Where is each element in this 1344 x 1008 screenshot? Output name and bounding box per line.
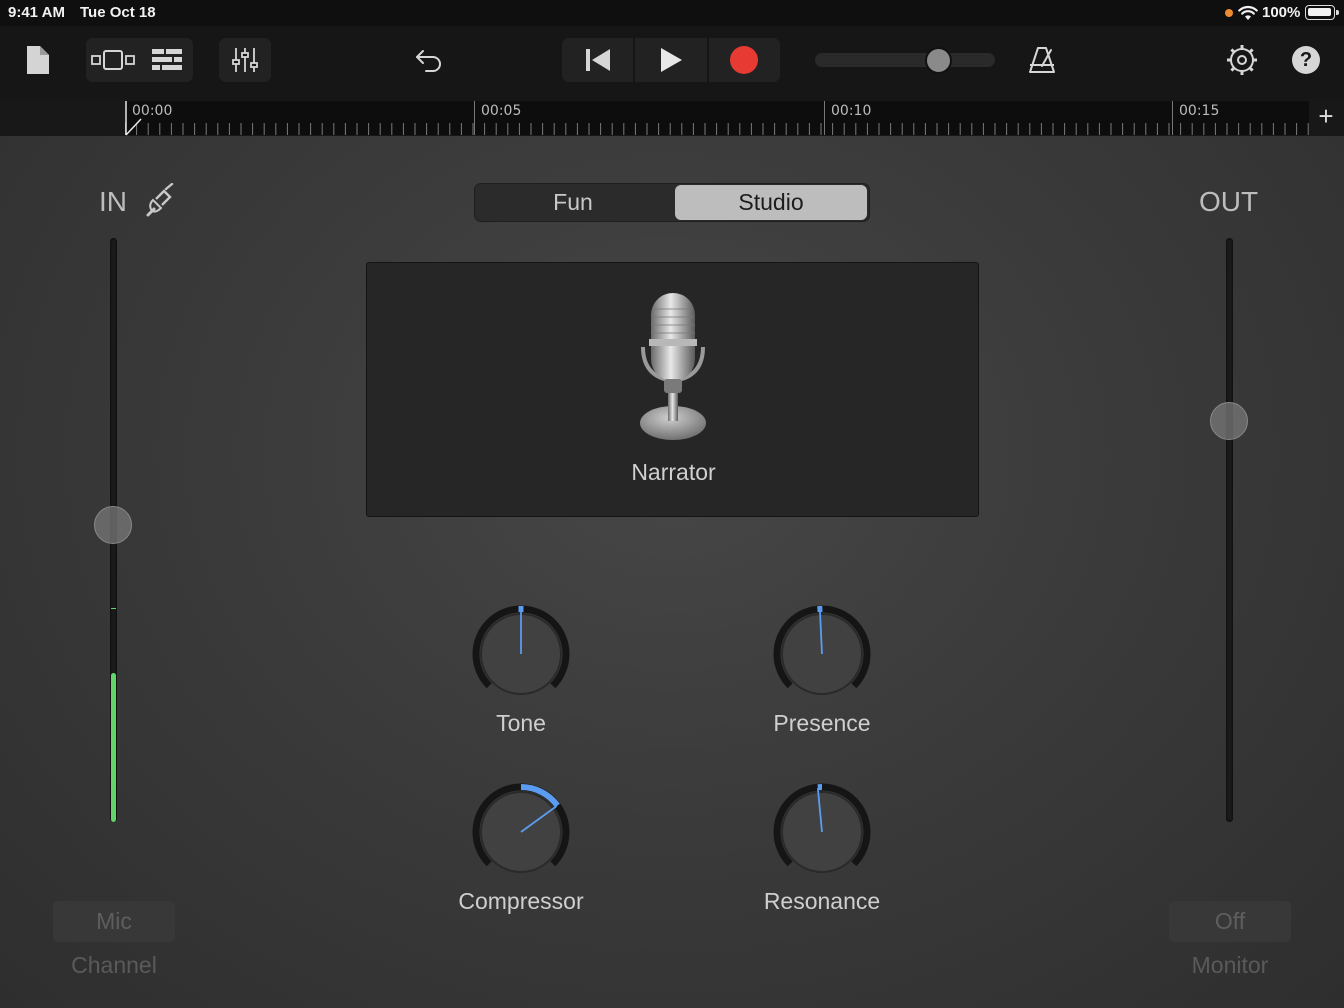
peak-marker bbox=[111, 608, 116, 609]
ruler-major-tick bbox=[1172, 101, 1173, 135]
instrument-view-button[interactable] bbox=[88, 40, 138, 80]
tracks-view-icon bbox=[91, 50, 135, 70]
settings-icon bbox=[1227, 45, 1257, 75]
status-time: 9:41 AM bbox=[8, 4, 65, 21]
status-date: Tue Oct 18 bbox=[80, 4, 156, 21]
tracks-view-button[interactable] bbox=[142, 40, 192, 80]
go-to-start-button[interactable] bbox=[562, 38, 636, 82]
ruler-major-tick bbox=[824, 101, 825, 135]
resonance-label: Resonance bbox=[763, 888, 881, 914]
mixer-button[interactable] bbox=[219, 38, 271, 82]
ruler-strip[interactable] bbox=[125, 101, 1309, 135]
document-icon bbox=[27, 46, 49, 74]
compressor-label: Compressor bbox=[458, 888, 584, 914]
metronome-button[interactable] bbox=[1022, 40, 1062, 80]
play-icon bbox=[660, 48, 682, 72]
preset-selector[interactable]: Narrator bbox=[366, 262, 979, 517]
resonance-knob[interactable] bbox=[772, 782, 872, 882]
tone-label: Tone bbox=[496, 710, 546, 736]
play-button[interactable] bbox=[635, 38, 709, 82]
vintage-microphone-icon bbox=[640, 293, 706, 440]
channel-label: Channel bbox=[71, 952, 157, 978]
tone-knob[interactable] bbox=[471, 604, 571, 704]
transport-controls bbox=[562, 38, 780, 82]
mixer-icon bbox=[232, 48, 258, 72]
settings-button[interactable] bbox=[1222, 40, 1262, 80]
add-section-button[interactable]: + bbox=[1313, 103, 1339, 131]
mode-segmented-control: Fun Studio bbox=[474, 183, 870, 222]
output-level-track[interactable] bbox=[1226, 238, 1233, 822]
go-to-start-icon bbox=[585, 49, 610, 71]
master-volume-thumb[interactable] bbox=[925, 47, 953, 74]
mode-studio-tab[interactable]: Studio bbox=[675, 185, 867, 220]
wifi-icon bbox=[1238, 5, 1258, 20]
presence-label: Presence bbox=[773, 710, 871, 736]
recording-indicator-dot bbox=[1225, 9, 1233, 17]
ruler-mark-15: 00:15 bbox=[1179, 103, 1220, 119]
input-jack-icon[interactable] bbox=[144, 183, 176, 219]
undo-button[interactable] bbox=[408, 40, 450, 80]
battery-icon bbox=[1305, 5, 1335, 20]
ruler-mark-5: 00:05 bbox=[481, 103, 522, 119]
input-level-meter bbox=[111, 673, 116, 822]
battery-cap bbox=[1336, 10, 1339, 15]
battery-percentage: 100% bbox=[1262, 4, 1301, 21]
track-list-icon bbox=[152, 49, 182, 70]
undo-icon bbox=[416, 50, 441, 72]
help-button[interactable]: ? bbox=[1286, 40, 1326, 80]
compressor-knob[interactable] bbox=[471, 782, 571, 882]
ruler-ticks bbox=[125, 123, 1309, 135]
presence-knob[interactable] bbox=[772, 604, 872, 704]
ruler-major-tick bbox=[474, 101, 475, 135]
output-label: OUT bbox=[1199, 186, 1259, 217]
metronome-icon bbox=[1029, 47, 1055, 73]
master-volume-slider[interactable] bbox=[815, 53, 995, 67]
status-bar: 9:41 AM Tue Oct 18 100% bbox=[0, 0, 1344, 26]
channel-button[interactable]: Mic bbox=[53, 901, 175, 942]
input-label: IN bbox=[99, 186, 127, 217]
monitor-label: Monitor bbox=[1191, 952, 1269, 978]
help-icon: ? bbox=[1292, 46, 1320, 74]
record-icon bbox=[730, 46, 759, 74]
mode-fun-tab[interactable]: Fun bbox=[477, 185, 669, 220]
ruler-mark-0: 00:00 bbox=[132, 103, 173, 119]
record-button[interactable] bbox=[709, 38, 780, 82]
my-songs-button[interactable] bbox=[18, 40, 58, 80]
ruler-mark-10: 00:10 bbox=[831, 103, 872, 119]
monitor-button[interactable]: Off bbox=[1169, 901, 1291, 942]
input-level-thumb[interactable] bbox=[94, 505, 132, 544]
preset-name: Narrator bbox=[631, 459, 716, 485]
output-level-thumb[interactable] bbox=[1210, 401, 1248, 440]
